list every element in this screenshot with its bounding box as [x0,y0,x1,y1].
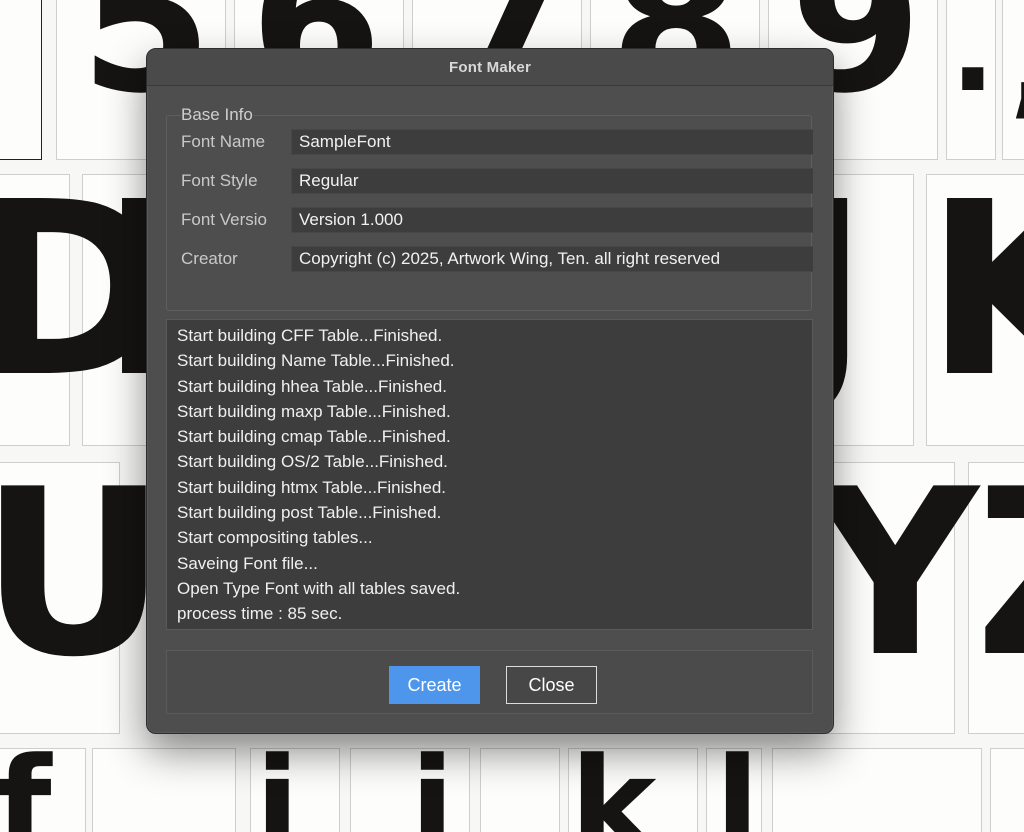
log-line: Start building CFF Table...Finished. [177,326,443,345]
font-version-label: Font Versio [181,210,267,229]
bg-glyph: Y [812,441,979,708]
build-log-textarea[interactable]: Start building CFF Table...Finished. Sta… [166,319,813,630]
log-line: Start building cmap Table...Finished. [177,427,451,447]
font-version-input[interactable]: Version 1.000 [291,207,813,233]
log-line: Saveing Font file... [177,553,318,573]
log-line: Open Type Font with all tables saved. [177,578,461,598]
font-version-row: Font Versio Version 1.000 [181,207,813,233]
bg-glyph: i [255,729,300,832]
font-style-input[interactable]: Regular [291,168,813,194]
glyph-cell [0,0,42,160]
bg-glyph: f [0,729,52,832]
log-line: Start building post Table...Finished. [177,503,442,523]
glyph-cell [92,748,236,832]
bg-glyph: l [715,729,760,832]
glyph-cell [480,748,560,832]
creator-label: Creator [181,249,238,268]
log-line: Start building htmx Table...Finished. [177,477,446,497]
log-line: Start compositing tables... [177,528,373,548]
glyph-cell [990,748,1024,832]
bg-glyph: j [410,729,455,832]
dialog-titlebar[interactable]: Font Maker [147,49,833,86]
log-line: Start building hhea Table...Finished. [177,376,447,396]
font-name-label: Font Name [181,132,266,151]
creator-input[interactable]: Copyright (c) 2025, Artwork Wing, Ten. a… [291,246,813,272]
log-line: process time : 85 sec. [177,604,343,624]
close-button[interactable]: Close [506,666,597,704]
bg-glyph: . [950,0,996,119]
bg-glyph: k [570,729,657,832]
log-line: Start building OS/2 Table...Finished. [177,452,448,472]
base-info-group: Base Info Font Name SampleFont Font Styl… [166,105,813,311]
dialog-title: Font Maker [448,58,531,76]
bg-glyph: , [1010,10,1024,120]
font-name-row: Font Name SampleFont [181,129,813,155]
log-line: Start building Name Table...Finished. [177,351,455,371]
dialog-footer: Create Close [166,650,813,714]
base-info-title: Base Info [181,105,253,125]
bg-glyph: Z [975,460,1024,690]
font-name-input[interactable]: SampleFont [291,129,813,155]
bg-glyph: U [0,441,167,708]
glyph-cell [772,748,982,832]
font-style-row: Font Style Regular [181,168,813,194]
font-style-label: Font Style [181,171,258,190]
bg-glyph: K [925,150,1024,430]
log-line: Start building maxp Table...Finished. [177,401,451,421]
creator-row: Creator Copyright (c) 2025, Artwork Wing… [181,246,813,272]
create-button[interactable]: Create [389,666,480,704]
font-maker-dialog: Font Maker Base Info Font Name SampleFon… [146,48,834,734]
